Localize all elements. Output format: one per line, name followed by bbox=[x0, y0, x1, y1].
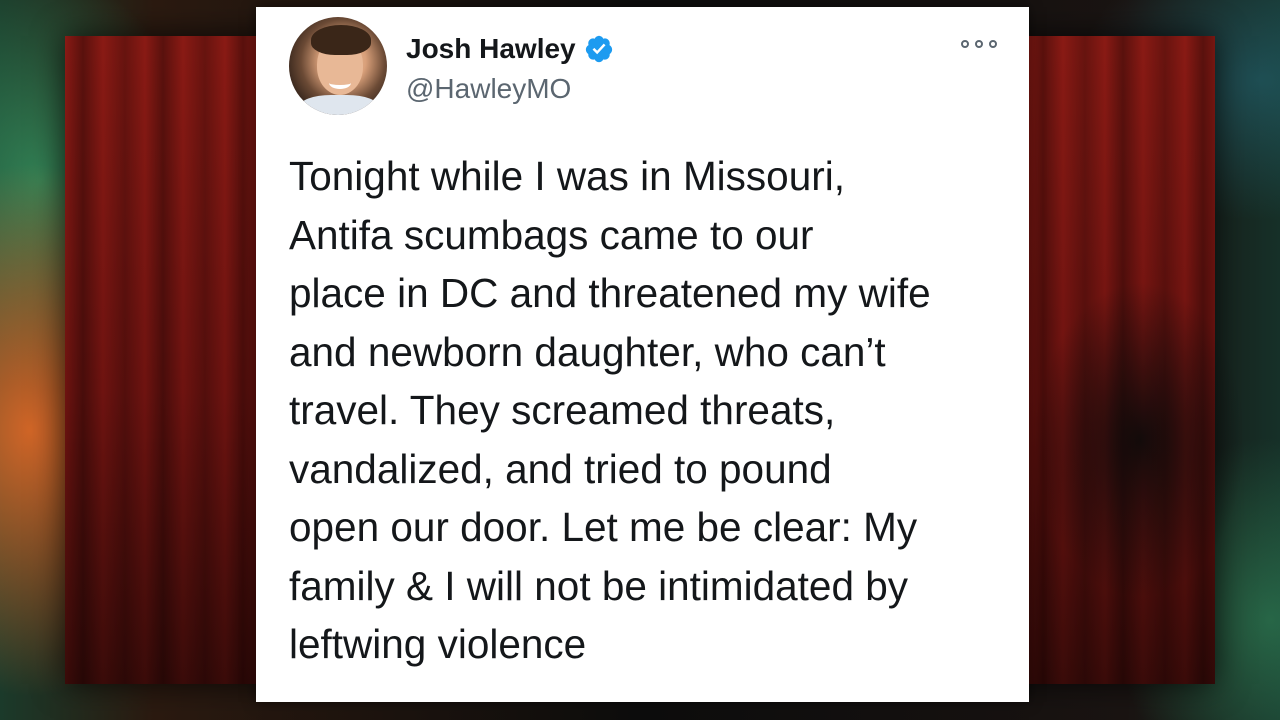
avatar[interactable] bbox=[289, 17, 387, 115]
more-options-icon[interactable] bbox=[961, 35, 997, 53]
tweet-text-line: Tonight while I was in Missouri, bbox=[289, 153, 845, 199]
tweet-text-line: Antifa scumbags came to our bbox=[289, 211, 814, 258]
tweet-text-line: travel. They screamed threats, bbox=[289, 387, 836, 433]
tweet-card: Josh Hawley @HawleyMO Tonight while I wa… bbox=[256, 7, 1029, 702]
tweet-text-line: family & I will not be intimidated by bbox=[289, 562, 909, 609]
tweet-text-line: place in DC and threatened my wife bbox=[289, 270, 931, 316]
tweet-text-line: and newborn daughter, who can’t bbox=[289, 328, 886, 375]
tweet-text-line: vandalized, and tried to pound bbox=[289, 445, 832, 492]
author-name-row: Josh Hawley bbox=[406, 31, 614, 67]
tweet-text-line: leftwing violence bbox=[289, 621, 587, 667]
author-handle[interactable]: @HawleyMO bbox=[406, 73, 571, 105]
background-silhouette bbox=[1000, 240, 1260, 660]
verified-badge-icon bbox=[584, 34, 614, 64]
tweet-text: Tonight while I was in Missouri, Antifa … bbox=[289, 147, 1009, 674]
author-name[interactable]: Josh Hawley bbox=[406, 33, 576, 65]
tweet-text-line: open our door. Let me be clear: My bbox=[289, 504, 918, 550]
